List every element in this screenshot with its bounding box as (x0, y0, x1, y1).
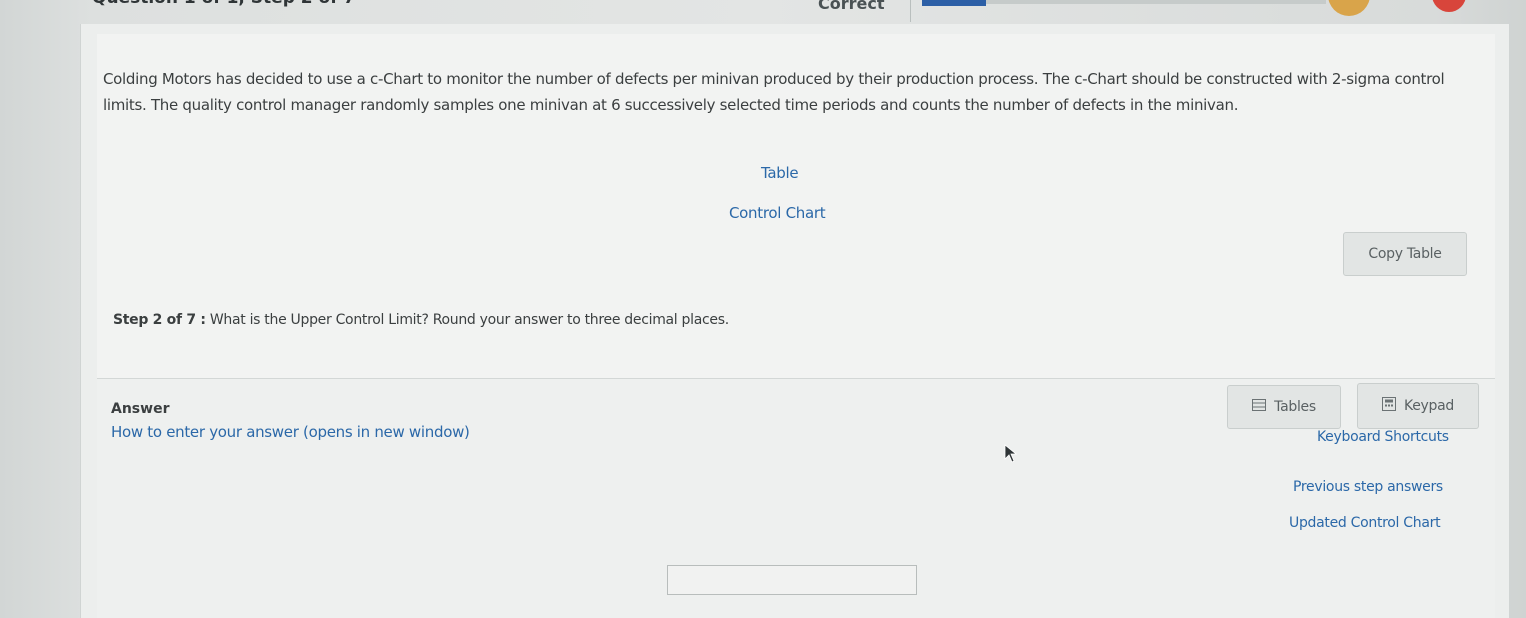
keypad-button[interactable]: Keypad (1357, 383, 1479, 429)
progress-bar-track (986, 0, 1326, 4)
updated-control-chart-link[interactable]: Updated Control Chart (1289, 515, 1441, 531)
question-body: Colding Motors has decided to use a c-Ch… (97, 34, 1495, 378)
step-label: Step 2 of 7 : (113, 312, 206, 328)
control-chart-link[interactable]: Control Chart (729, 204, 826, 222)
tables-button[interactable]: Tables (1227, 385, 1341, 429)
tables-button-label: Tables (1274, 399, 1316, 415)
previous-step-answers-link[interactable]: Previous step answers (1293, 479, 1443, 495)
answer-section: Answer How to enter your answer (opens i… (97, 378, 1495, 618)
copy-table-button[interactable]: Copy Table (1343, 232, 1467, 276)
step-question-text: What is the Upper Control Limit? Round y… (209, 312, 729, 328)
status-correct: Correct (818, 0, 885, 13)
orange-badge-icon[interactable] (1328, 0, 1370, 16)
table-icon (1252, 399, 1267, 415)
question-panel: Colding Motors has decided to use a c-Ch… (80, 24, 1510, 618)
progress-bar-fill (922, 0, 986, 6)
answer-input[interactable] (667, 565, 917, 595)
step-prompt: Step 2 of 7 : What is the Upper Control … (113, 312, 729, 328)
top-status-strip: Question 1 of 1, Step 2 of 7 Correct (0, 0, 1526, 24)
red-badge-icon[interactable] (1432, 0, 1466, 12)
question-step-title: Question 1 of 1, Step 2 of 7 (92, 0, 355, 8)
page: Question 1 of 1, Step 2 of 7 Correct Col… (0, 0, 1526, 618)
table-link[interactable]: Table (761, 164, 799, 182)
how-to-enter-answer-link[interactable]: How to enter your answer (opens in new w… (111, 423, 470, 441)
keyboard-shortcuts-link[interactable]: Keyboard Shortcuts (1317, 429, 1449, 445)
calculator-icon (1382, 397, 1397, 415)
answer-label: Answer (111, 401, 170, 417)
mouse-cursor-icon (1004, 444, 1018, 463)
divider (910, 0, 911, 22)
keypad-button-label: Keypad (1404, 398, 1454, 414)
question-text: Colding Motors has decided to use a c-Ch… (103, 70, 1445, 114)
